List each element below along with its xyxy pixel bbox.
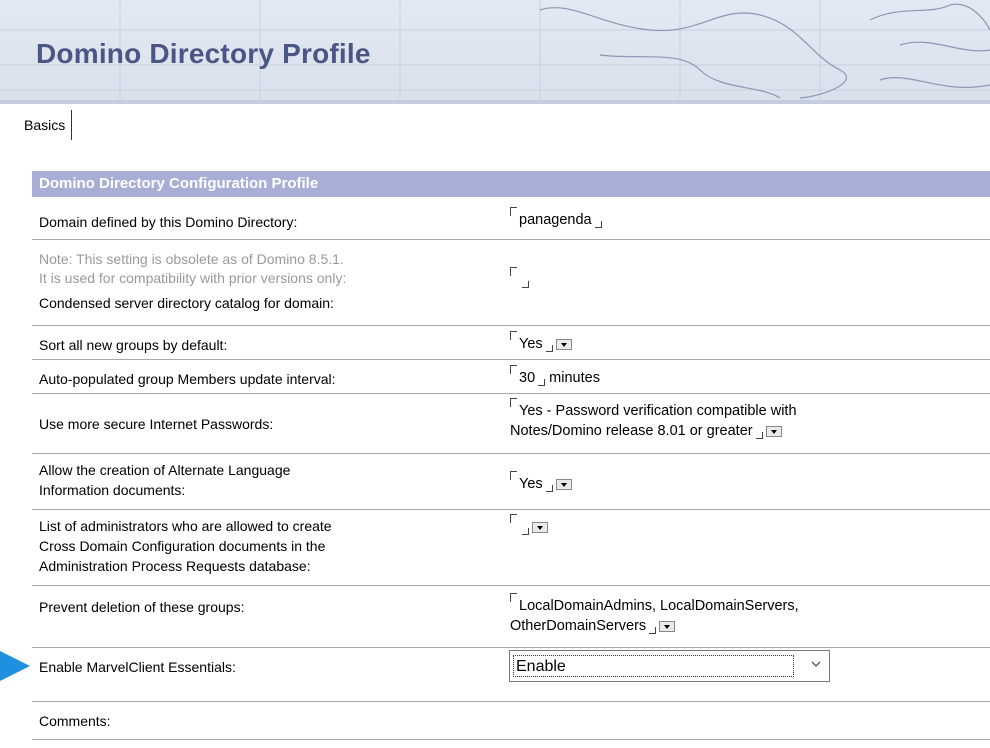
field-start-icon [510,331,517,340]
field-start-icon [510,267,517,276]
dropdown-arrow-icon[interactable] [555,338,572,350]
catalog-label: Condensed server directory catalog for d… [39,295,334,311]
dropdown-arrow-icon[interactable] [532,521,548,533]
alt-language-label-line1: Allow the creation of Alternate Language [39,462,291,478]
field-end-icon [522,528,529,535]
field-start-icon [510,207,517,216]
alt-language-value: Yes [519,476,543,492]
field-start-icon [510,593,517,602]
row-marvelclient: Enable MarvelClient Essentials: Enable [32,647,990,702]
field-start-icon [510,514,517,523]
domain-value: panagenda [519,212,592,228]
chevron-down-icon [811,661,821,667]
field-end-icon [545,485,553,492]
secure-passwords-value-line1: Yes - Password verification compatible w… [519,403,797,419]
dropdown-arrow-icon[interactable] [765,425,782,437]
field-end-icon [538,379,546,386]
catalog-note-line1: Note: This setting is obsolete as of Dom… [39,251,344,267]
cross-domain-field[interactable] [510,514,548,537]
marvelclient-select[interactable]: Enable [509,650,830,682]
domain-field[interactable]: panagenda [510,207,602,230]
section-header: Domino Directory Configuration Profile [32,171,990,197]
header-divider [0,100,990,104]
field-end-icon [649,627,657,634]
row-domain: Domain defined by this Domino Directory:… [32,197,990,240]
cross-domain-label-line1: List of administrators who are allowed t… [39,518,332,534]
secure-passwords-value-line2: Notes/Domino release 8.01 or greater [510,423,753,439]
row-comments: Comments: [32,701,990,740]
sort-groups-value: Yes [519,336,543,352]
field-end-icon [522,281,529,288]
comments-label: Comments: [39,713,111,729]
update-interval-unit: minutes [549,370,600,386]
catalog-field[interactable] [510,267,529,290]
prevent-deletion-field[interactable]: LocalDomainAdmins, LocalDomainServers, O… [510,593,799,636]
field-end-icon [594,221,602,228]
row-sort-groups: Sort all new groups by default: Yes [32,325,990,360]
update-interval-field[interactable]: 30 minutes [510,365,600,388]
row-secure-passwords: Use more secure Internet Passwords: Yes … [32,393,990,454]
marvelclient-selected-value: Enable [513,655,794,677]
pointer-arrow-icon [0,651,30,681]
sort-groups-field[interactable]: Yes [510,331,572,354]
field-start-icon [510,398,517,407]
catalog-note-line2: It is used for compatibility with prior … [39,270,347,286]
prevent-deletion-value-line1: LocalDomainAdmins, LocalDomainServers, [519,598,799,614]
cross-domain-label-line2: Cross Domain Configuration documents in … [39,538,326,554]
alt-language-label-line2: Information documents: [39,482,186,498]
row-prevent-deletion: Prevent deletion of these groups: LocalD… [32,585,990,648]
cross-domain-label-line3: Administration Process Requests database… [39,558,311,574]
domain-label: Domain defined by this Domino Directory: [39,214,298,230]
field-start-icon [510,471,517,480]
secure-passwords-field[interactable]: Yes - Password verification compatible w… [510,398,797,441]
alt-language-field[interactable]: Yes [510,471,572,494]
field-end-icon [545,345,553,352]
prevent-deletion-label: Prevent deletion of these groups: [39,599,245,615]
dropdown-arrow-icon[interactable] [659,620,676,632]
marvelclient-label: Enable MarvelClient Essentials: [39,659,236,675]
header-banner: Domino Directory Profile [0,0,990,100]
page-title: Domino Directory Profile [36,38,371,69]
update-interval-value: 30 [519,370,536,386]
section-title: Domino Directory Configuration Profile [39,175,319,192]
row-cross-domain: List of administrators who are allowed t… [32,509,990,586]
update-interval-label: Auto-populated group Members update inte… [39,371,336,387]
row-alt-language: Allow the creation of Alternate Language… [32,453,990,510]
prevent-deletion-value-line2: OtherDomainServers [510,618,647,634]
row-catalog: Note: This setting is obsolete as of Dom… [32,239,990,326]
sort-groups-label: Sort all new groups by default: [39,337,228,353]
dropdown-arrow-icon[interactable] [555,478,572,490]
tab-basics[interactable]: Basics [24,110,73,140]
field-start-icon [510,365,517,374]
secure-passwords-label: Use more secure Internet Passwords: [39,416,274,432]
field-end-icon [755,432,763,439]
row-update-interval: Auto-populated group Members update inte… [32,359,990,394]
